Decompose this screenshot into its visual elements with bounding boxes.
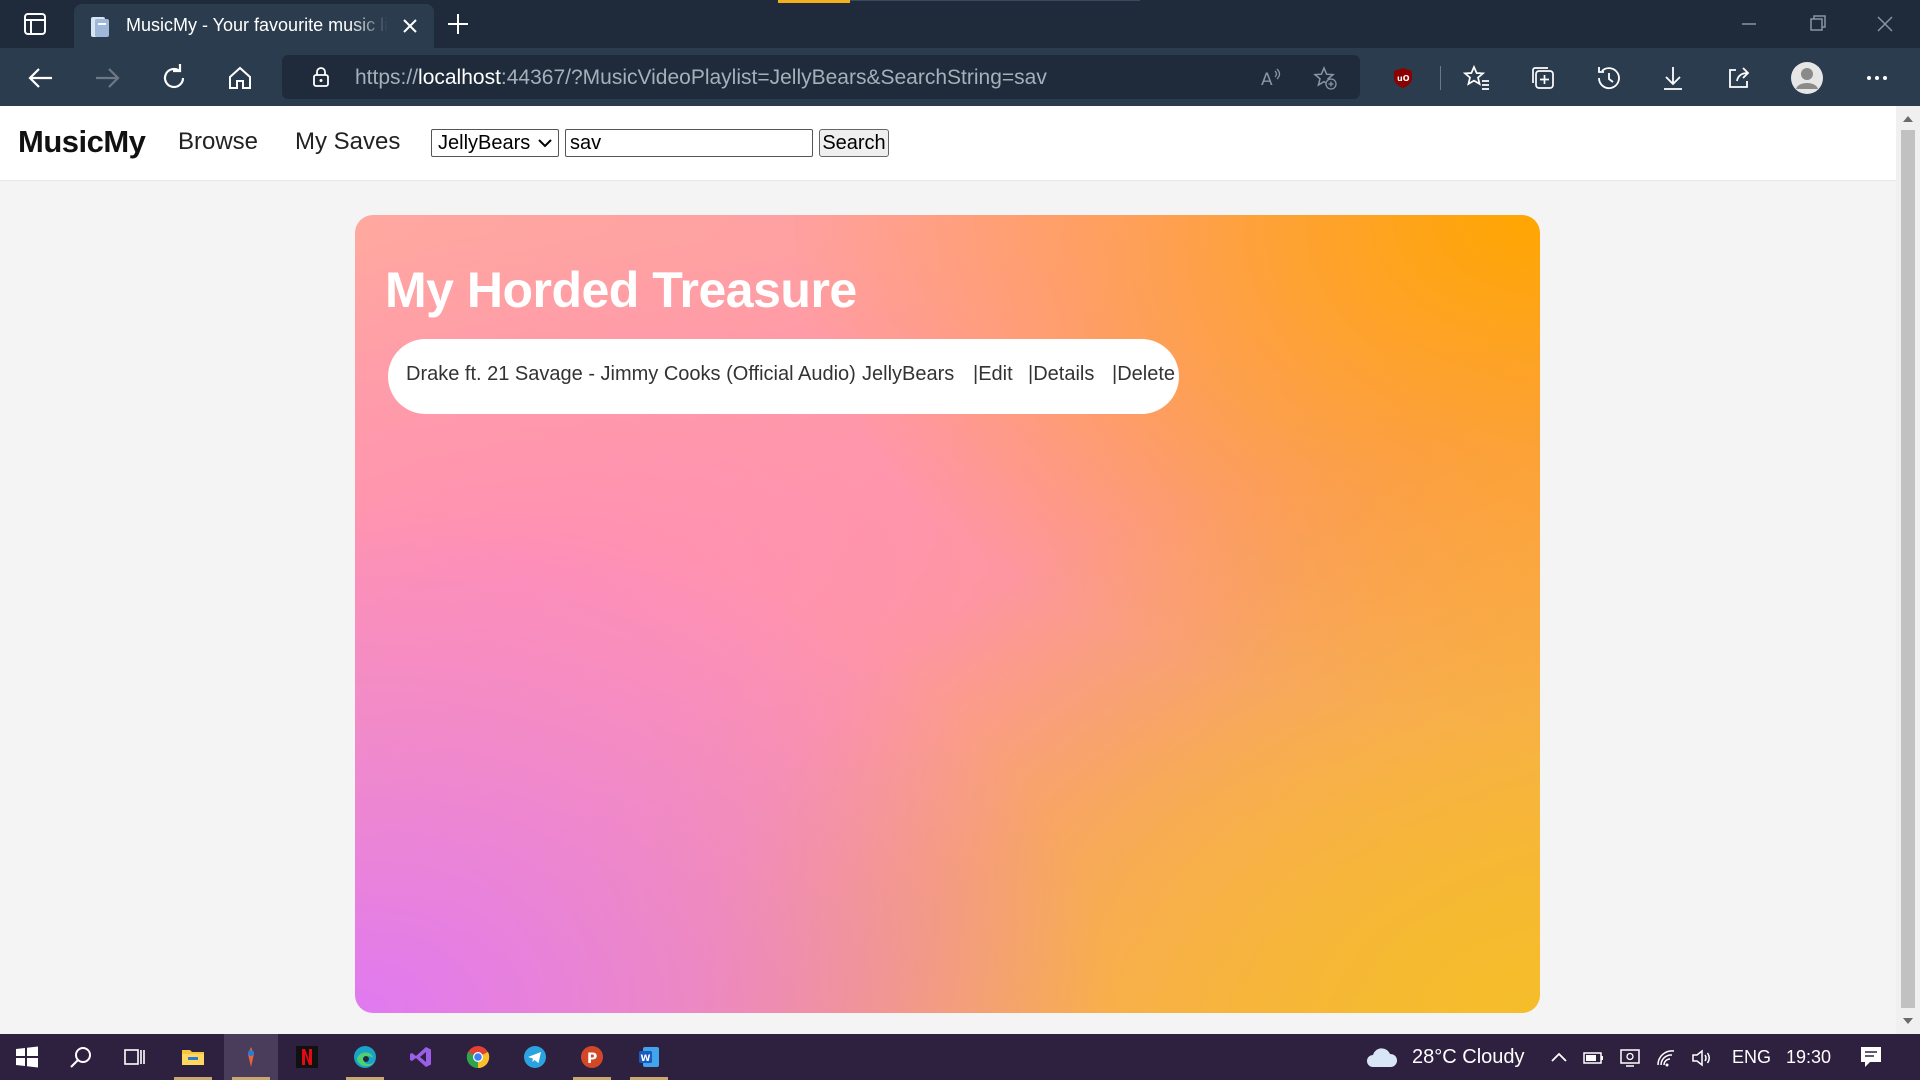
windows-taskbar: P W 28°C Cloudy ENG 19:30	[0, 1034, 1920, 1080]
address-bar[interactable]: https://localhost:44367/?MusicVideoPlayl…	[282, 55, 1360, 99]
taskbar-telegram[interactable]	[508, 1034, 562, 1080]
browser-toolbar: https://localhost:44367/?MusicVideoPlayl…	[0, 48, 1920, 106]
taskbar-edge[interactable]	[338, 1034, 392, 1080]
history-icon[interactable]	[1591, 61, 1625, 95]
minimize-icon[interactable]	[1716, 8, 1780, 40]
taskbar-netflix[interactable]	[280, 1034, 334, 1080]
share-icon[interactable]	[1722, 61, 1756, 95]
forward-icon[interactable]	[90, 61, 124, 95]
task-view-icon	[124, 1049, 145, 1065]
edit-link[interactable]: |Edit	[973, 363, 1013, 386]
svg-text:W: W	[641, 1054, 651, 1064]
loading-track	[850, 0, 1140, 1]
word-icon: W	[639, 1047, 659, 1067]
ublock-origin-icon[interactable]: uO	[1386, 61, 1420, 95]
video-title: Drake ft. 21 Savage - Jimmy Cooks (Offic…	[406, 363, 856, 385]
downloads-icon[interactable]	[1656, 61, 1690, 95]
start-button[interactable]	[0, 1034, 54, 1080]
page-title: My Horded Treasure	[385, 262, 857, 318]
svg-text:uO: uO	[1397, 74, 1410, 83]
settings-more-icon[interactable]	[1860, 61, 1894, 95]
playlist-select[interactable]: JellyBears	[431, 129, 559, 157]
add-favorite-icon[interactable]	[1312, 65, 1338, 91]
brand-logo[interactable]: MusicMy	[18, 124, 146, 160]
favorites-icon[interactable]	[1460, 61, 1494, 95]
scrollbar-thumb[interactable]	[1901, 130, 1915, 1008]
details-link[interactable]: |Details	[1028, 363, 1094, 386]
input-language[interactable]: ENG	[1732, 1047, 1771, 1068]
telegram-icon	[524, 1046, 546, 1068]
file-explorer-icon	[182, 1050, 204, 1065]
url-scheme: https://	[355, 66, 419, 89]
browser-tab-strip: MusicMy - Your favourite music library	[0, 0, 1920, 48]
refresh-icon[interactable]	[157, 61, 191, 95]
home-icon[interactable]	[223, 61, 257, 95]
restore-icon[interactable]	[1785, 8, 1849, 40]
search-button[interactable]: Search	[819, 129, 889, 157]
url-path: :44367/?MusicVideoPlaylist=JellyBears&Se…	[500, 66, 1047, 89]
playlist-card: My Horded Treasure Drake ft. 21 Savage -…	[355, 215, 1540, 1013]
pinned-app-icon	[248, 1047, 254, 1067]
read-aloud-icon[interactable]: A	[1258, 65, 1284, 91]
nav-my-saves[interactable]: My Saves	[295, 128, 400, 156]
tab-title: MusicMy - Your favourite music library	[126, 15, 388, 35]
taskbar-powerpoint[interactable]: P	[565, 1034, 619, 1080]
nav-browse[interactable]: Browse	[178, 128, 258, 156]
svg-text:P: P	[587, 1051, 597, 1067]
taskbar-search-button[interactable]	[54, 1034, 108, 1080]
taskbar-visual-studio[interactable]	[394, 1034, 448, 1080]
chrome-icon	[466, 1046, 490, 1069]
close-window-icon[interactable]	[1852, 8, 1916, 40]
taskbar-word[interactable]: W	[622, 1034, 676, 1080]
search-input[interactable]: sav	[565, 129, 813, 157]
collections-icon[interactable]	[1526, 61, 1560, 95]
edge-icon	[354, 1046, 376, 1068]
lock-icon[interactable]	[310, 66, 332, 88]
profile-avatar-icon[interactable]	[1790, 61, 1824, 95]
back-icon[interactable]	[24, 61, 58, 95]
volume-icon[interactable]	[1691, 1047, 1713, 1069]
battery-icon[interactable]	[1583, 1047, 1605, 1069]
search-icon	[70, 1047, 91, 1068]
svg-text:A: A	[1261, 70, 1273, 90]
new-tab-icon[interactable]	[444, 10, 472, 38]
search-input-value: sav	[570, 132, 602, 154]
site-header: MusicMy Browse My Saves JellyBears sav S…	[0, 106, 1896, 181]
wifi-icon[interactable]	[1655, 1047, 1677, 1069]
toolbar-divider	[1440, 66, 1441, 90]
notifications-icon[interactable]	[1858, 1044, 1884, 1070]
loading-indicator	[778, 0, 850, 3]
url-host: localhost	[418, 66, 501, 89]
browser-tab-active[interactable]: MusicMy - Your favourite music library	[74, 4, 434, 48]
video-playlist: JellyBears	[862, 363, 955, 385]
visual-studio-icon	[410, 1047, 431, 1067]
playlist-select-value: JellyBears	[438, 132, 531, 154]
weather-cloud-icon[interactable]	[1365, 1047, 1399, 1069]
taskbar-chrome[interactable]	[451, 1034, 505, 1080]
show-hidden-icons-chevron-up-icon[interactable]	[1548, 1047, 1570, 1069]
windows-start-icon	[16, 1046, 38, 1068]
delete-link[interactable]: |Delete	[1112, 363, 1175, 386]
page-scrollbar[interactable]	[1896, 106, 1920, 1034]
display-settings-icon[interactable]	[1619, 1047, 1641, 1069]
scroll-down-icon[interactable]	[1902, 1016, 1914, 1026]
scroll-up-icon[interactable]	[1902, 114, 1914, 124]
task-view-button[interactable]	[108, 1034, 162, 1080]
taskbar-pinned-app[interactable]	[224, 1034, 278, 1080]
chevron-down-icon	[538, 139, 552, 148]
url-text[interactable]: https://localhost:44367/?MusicVideoPlayl…	[355, 66, 1047, 90]
taskbar-file-explorer[interactable]	[166, 1034, 220, 1080]
netflix-icon	[296, 1046, 318, 1068]
close-tab-icon[interactable]	[398, 14, 422, 38]
tab-actions-icon[interactable]	[18, 12, 52, 36]
page-favicon-icon	[91, 17, 109, 37]
weather-text[interactable]: 28°C Cloudy	[1412, 1046, 1525, 1069]
clock[interactable]: 19:30	[1786, 1047, 1831, 1068]
powerpoint-icon: P	[581, 1046, 603, 1068]
list-item: Drake ft. 21 Savage - Jimmy Cooks (Offic…	[388, 339, 1179, 414]
